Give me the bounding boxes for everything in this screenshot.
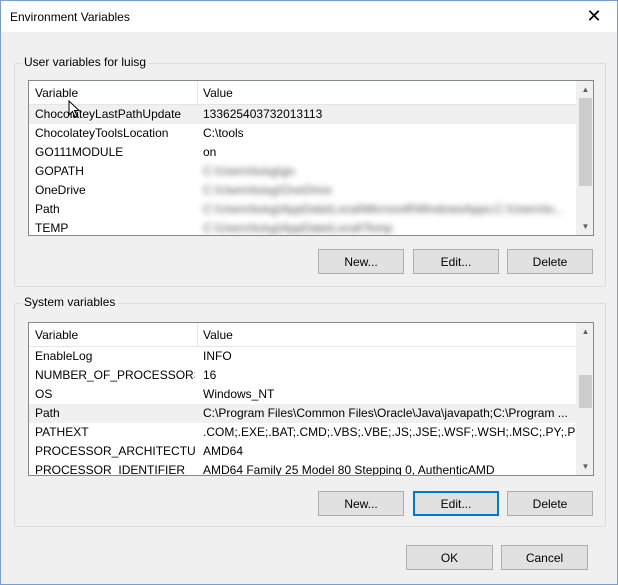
user-variables-group: User variables for luisg Variable Value …: [14, 55, 606, 287]
user-rows: ChocolateyLastPathUpdate 1336254037320131…: [29, 105, 577, 235]
variable-value: C:\Users\luisg\AppData\Local\Temp: [203, 221, 393, 235]
scrollbar-thumb[interactable]: [579, 98, 592, 186]
chevron-up-icon[interactable]: ▲: [577, 81, 593, 98]
column-header-value[interactable]: Value: [197, 81, 233, 105]
system-rows: EnableLog INFO NUMBER_OF_PROCESSORS 16 OS Win…: [29, 347, 577, 476]
variable-value: 133625403732013113: [203, 107, 323, 121]
table-row[interactable]: ChocolateyToolsLocation C:\tools: [29, 124, 577, 143]
variable-value: .COM;.EXE;.BAT;.CMD;.VBS;.VBE;.JS;.JSE;.…: [203, 425, 575, 439]
chevron-down-icon[interactable]: ▼: [577, 458, 593, 475]
variable-name: PROCESSOR_ARCHITECTURE: [35, 444, 195, 458]
environment-variables-dialog: Environment Variables ✕ User variables f…: [0, 0, 618, 585]
chevron-down-icon[interactable]: ▼: [577, 218, 593, 235]
user-variables-list[interactable]: Variable Value ChocolateyLastPathUpdate 1…: [28, 80, 594, 236]
system-variables-group: System variables Variable Value EnableLo…: [14, 295, 606, 527]
close-button[interactable]: ✕: [571, 1, 617, 32]
table-row[interactable]: PROCESSOR_ARCHITECTURE AMD64: [29, 442, 577, 461]
variable-name: OS: [35, 387, 53, 401]
variable-name: GOPATH: [35, 164, 84, 178]
window-title: Environment Variables: [10, 10, 130, 24]
variable-value: C:\Users\luisg\OneDrive: [203, 183, 332, 197]
system-list-scrollbar[interactable]: ▲ ▼: [576, 323, 593, 475]
variable-value: C:\Users\luisg\go: [203, 164, 295, 178]
variable-value: INFO: [203, 349, 232, 363]
variable-value: on: [203, 145, 217, 159]
variable-value: C:\Program Files\Common Files\Oracle\Jav…: [203, 406, 568, 420]
variable-name: TEMP: [35, 221, 69, 235]
variable-name: PATHEXT: [35, 425, 89, 439]
column-header-value[interactable]: Value: [197, 323, 233, 347]
variable-name: ChocolateyLastPathUpdate: [35, 107, 182, 121]
variable-value: AMD64: [203, 444, 244, 458]
system-list-header: Variable Value: [29, 323, 593, 347]
table-row[interactable]: GO111MODULE on: [29, 143, 577, 162]
variable-name: GO111MODULE: [35, 145, 124, 159]
system-edit-button[interactable]: Edit...: [413, 491, 499, 516]
variable-name: Path: [35, 202, 60, 216]
system-new-button[interactable]: New...: [318, 491, 404, 516]
system-delete-button[interactable]: Delete: [507, 491, 593, 516]
variable-name: ChocolateyToolsLocation: [35, 126, 169, 140]
variable-value: AMD64 Family 25 Model 80 Stepping 0, Aut…: [203, 463, 495, 476]
table-row[interactable]: OS Windows_NT: [29, 385, 577, 404]
variable-name: PROCESSOR_IDENTIFIER: [35, 463, 186, 476]
cancel-button[interactable]: Cancel: [501, 545, 588, 570]
column-header-variable[interactable]: Variable: [29, 323, 78, 347]
variable-value: 16: [203, 368, 217, 382]
table-row[interactable]: OneDrive C:\Users\luisg\OneDrive: [29, 181, 577, 200]
title-bar: Environment Variables ✕: [1, 1, 617, 32]
user-list-header: Variable Value: [29, 81, 593, 105]
table-row[interactable]: Path C:\Users\luisg\AppData\Local\Microso…: [29, 200, 577, 219]
variable-value: C:\tools: [203, 126, 244, 140]
variable-value: C:\Users\luisg\AppData\Local\Microsoft\W…: [203, 202, 564, 216]
user-variables-label: User variables for luisg: [21, 55, 150, 69]
scrollbar-thumb[interactable]: [579, 375, 592, 408]
user-delete-button[interactable]: Delete: [507, 249, 593, 274]
variable-name: EnableLog: [35, 349, 93, 363]
system-variables-label: System variables: [21, 295, 119, 309]
user-edit-button[interactable]: Edit...: [413, 249, 499, 274]
table-row[interactable]: Path C:\Program Files\Common Files\Oracle…: [29, 404, 577, 423]
table-row[interactable]: EnableLog INFO: [29, 347, 577, 366]
table-row[interactable]: TEMP C:\Users\luisg\AppData\Local\Temp: [29, 219, 577, 235]
user-new-button[interactable]: New...: [318, 249, 404, 274]
mouse-pointer-icon: [68, 100, 80, 118]
table-row[interactable]: NUMBER_OF_PROCESSORS 16: [29, 366, 577, 385]
ok-button[interactable]: OK: [406, 545, 493, 570]
variable-value: Windows_NT: [203, 387, 275, 401]
system-variables-list[interactable]: Variable Value EnableLog INFO NUMBER_OF_PR…: [28, 322, 594, 476]
table-row[interactable]: GOPATH C:\Users\luisg\go: [29, 162, 577, 181]
variable-name: Path: [35, 406, 60, 420]
table-row[interactable]: PROCESSOR_IDENTIFIER AMD64 Family 25 Mode…: [29, 461, 577, 476]
close-icon: ✕: [586, 6, 602, 26]
variable-name: OneDrive: [35, 183, 86, 197]
variable-name: NUMBER_OF_PROCESSORS: [35, 368, 195, 382]
table-row[interactable]: ChocolateyLastPathUpdate 1336254037320131…: [29, 105, 577, 124]
chevron-up-icon[interactable]: ▲: [577, 323, 593, 340]
user-list-scrollbar[interactable]: ▲ ▼: [576, 81, 593, 235]
table-row[interactable]: PATHEXT .COM;.EXE;.BAT;.CMD;.VBS;.VBE;.JS…: [29, 423, 577, 442]
